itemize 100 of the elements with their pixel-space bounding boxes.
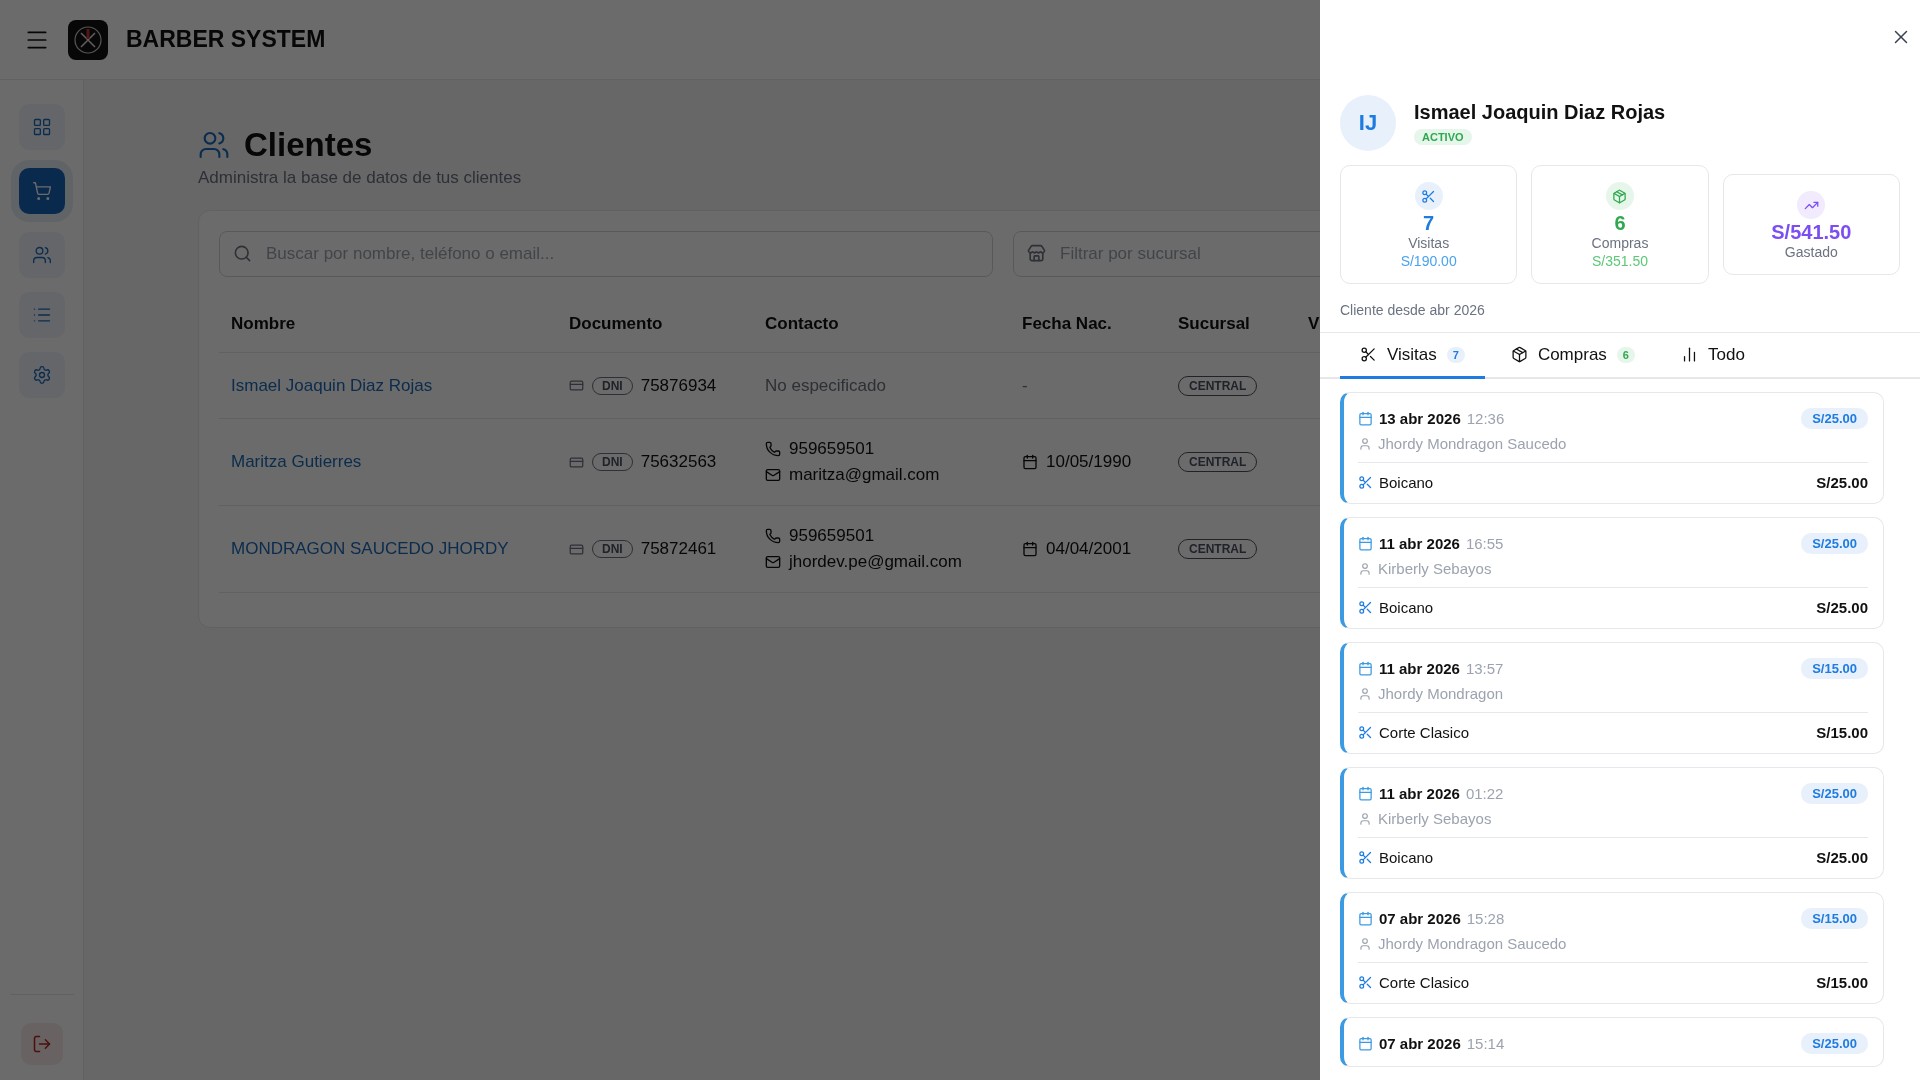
visit-time: 13:57 <box>1465 660 1504 677</box>
list-nav-button[interactable] <box>18 292 65 338</box>
barber-name: Jhordy Mondragon Saucedo <box>1378 435 1567 452</box>
clients-nav-button[interactable] <box>18 232 65 278</box>
visit-total-tag: S/25.00 <box>1801 1033 1868 1054</box>
scissors-icon <box>1358 975 1373 990</box>
sales-icon <box>31 181 52 201</box>
birth-date: 10/05/1990 <box>1046 452 1132 472</box>
service-price: S/25.00 <box>1816 599 1868 616</box>
logout-icon <box>31 1034 52 1054</box>
service-price: S/25.00 <box>1816 474 1868 491</box>
phone-number: 959659501 <box>789 439 875 459</box>
service-name: Corte Clasico <box>1379 724 1470 741</box>
service-price: S/15.00 <box>1816 974 1868 991</box>
barber-name: Jhordy Mondragon <box>1378 685 1504 702</box>
service-name: Corte Clasico <box>1379 974 1470 991</box>
person-icon <box>1358 436 1372 451</box>
dashboard-icon <box>31 117 52 137</box>
page-title: Clientes <box>244 126 373 164</box>
users-icon <box>198 129 230 161</box>
visit-date: 11 abr 2026 <box>1379 535 1460 552</box>
scissors-icon <box>1358 475 1373 490</box>
stat-amount: S/351.50 <box>1591 253 1648 269</box>
calendar-icon <box>1358 1036 1373 1051</box>
document-number: 75632563 <box>640 452 717 472</box>
history-tab[interactable]: Visitas 7 <box>1340 333 1485 379</box>
person-icon <box>1358 811 1372 826</box>
search-icon <box>233 244 252 263</box>
visit-total-tag: S/15.00 <box>1801 658 1868 679</box>
client-avatar: IJ <box>1340 95 1396 151</box>
stat-label: Visitas <box>1408 235 1450 251</box>
stat-value: 7 <box>1423 212 1435 235</box>
calendar-icon <box>1358 786 1373 801</box>
settings-nav-button[interactable] <box>18 352 65 398</box>
box-icon <box>1510 346 1528 363</box>
service-price: S/25.00 <box>1816 849 1868 866</box>
email-text: jhordev.pe@gmail.com <box>789 552 962 572</box>
trend-icon <box>1797 191 1826 219</box>
calendar-icon <box>1358 411 1373 426</box>
mail-icon <box>765 554 781 570</box>
id-card-icon <box>569 454 584 470</box>
service-name: Boicano <box>1379 849 1434 866</box>
visit-time: 01:22 <box>1465 785 1504 802</box>
email-text: maritza@gmail.com <box>789 465 940 485</box>
birth-date: 04/04/2001 <box>1046 539 1132 559</box>
visit-total-tag: S/15.00 <box>1801 908 1868 929</box>
visit-time: 15:14 <box>1466 1035 1505 1052</box>
visit-total-tag: S/25.00 <box>1801 533 1868 554</box>
logo-icon <box>68 19 108 60</box>
column-header: Fecha Nac. <box>1022 313 1112 334</box>
stat-label: Gastado <box>1784 244 1838 260</box>
barber-name: Kirberly Sebayos <box>1378 810 1492 827</box>
stat-amount: S/190.00 <box>1400 253 1457 269</box>
visit-date: 11 abr 2026 <box>1379 785 1460 802</box>
client-name: Ismael Joaquin Diaz Rojas <box>1414 101 1666 124</box>
id-card-icon <box>569 378 584 393</box>
mail-icon <box>765 467 781 483</box>
service-name: Boicano <box>1379 599 1434 616</box>
visit-time: 15:28 <box>1466 910 1505 927</box>
scissors-icon <box>1360 346 1377 363</box>
stat-label: Compras <box>1591 235 1649 251</box>
service-price: S/15.00 <box>1816 724 1868 741</box>
store-icon <box>1027 244 1046 263</box>
document-number: 75872461 <box>640 539 717 559</box>
column-header: Documento <box>569 313 663 334</box>
calendar-icon <box>1022 541 1038 557</box>
settings-icon <box>31 365 52 385</box>
scissors-icon <box>1358 850 1373 865</box>
history-tab[interactable]: Todo <box>1661 333 1765 379</box>
person-icon <box>1358 561 1372 576</box>
id-card-icon <box>569 541 584 557</box>
barber-name: Jhordy Mondragon Saucedo <box>1378 935 1567 952</box>
calendar-icon <box>1358 911 1373 926</box>
box-icon <box>1606 182 1634 210</box>
stat-value: 6 <box>1614 212 1626 235</box>
scissors-icon <box>1358 725 1373 740</box>
visit-total-tag: S/25.00 <box>1801 783 1868 804</box>
visit-date: 11 abr 2026 <box>1379 660 1460 677</box>
bar-chart-icon <box>1681 346 1698 363</box>
stat-value: S/541.50 <box>1771 221 1852 244</box>
visit-total-tag: S/25.00 <box>1801 408 1868 429</box>
column-header: Sucursal <box>1178 313 1250 334</box>
dashboard-nav-button[interactable] <box>18 104 65 150</box>
clients-icon <box>31 245 52 265</box>
status-tag: ACTIVO <box>1414 129 1472 145</box>
client-since: Cliente desde abr 2026 <box>1340 302 1486 318</box>
scissors-icon <box>1358 600 1373 615</box>
document-number: 75876934 <box>640 375 717 396</box>
column-header: V <box>1308 313 1320 334</box>
visit-time: 12:36 <box>1466 410 1505 427</box>
phone-icon <box>765 441 781 457</box>
logout-button[interactable] <box>20 1023 63 1065</box>
app-title: BARBER SYSTEM <box>126 26 326 53</box>
phone-icon <box>765 528 781 544</box>
scissors-icon <box>1414 182 1443 210</box>
contact-text: No especificado <box>765 375 887 396</box>
phone-number: 959659501 <box>789 526 875 546</box>
birth-date: - <box>1022 375 1028 396</box>
history-tab[interactable]: Compras 6 <box>1490 333 1655 379</box>
calendar-icon <box>1358 536 1373 551</box>
